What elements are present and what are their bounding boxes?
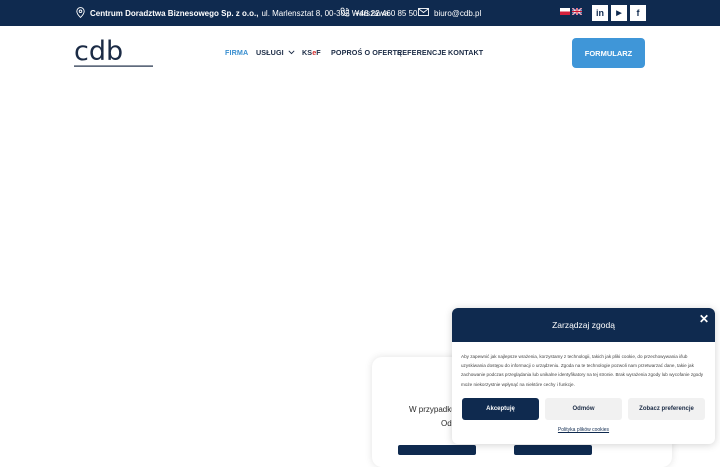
nav-referencje[interactable]: REFERENCJE [397,48,446,57]
preferences-button[interactable]: Zobacz preferencje [628,398,705,420]
card-button-left[interactable] [398,445,476,455]
ksef-part-ks: KS [302,48,313,57]
nav-uslugi[interactable]: USŁUGI [256,48,295,57]
youtube-icon[interactable]: ▶ [611,5,627,21]
main-header: cdb FIRMA USŁUGI KSeF POPROŚ O OFERTĘ RE… [0,26,720,80]
language-switcher [560,8,582,15]
nav-ksef[interactable]: KSeF [302,48,321,57]
email-link[interactable]: biuro@cdb.pl [418,0,481,26]
nav-firma[interactable]: FIRMA [225,48,248,57]
english-flag-icon[interactable] [572,8,582,15]
cookie-dialog-header: Zarządzaj zgodą ✕ [452,308,715,342]
phone-icon [340,7,350,19]
top-bar: Centrum Doradztwa Biznesowego Sp. z o.o.… [0,0,720,26]
cookie-description: Aby zapewnić jak najlepsze wrażenia, kor… [461,354,704,387]
linkedin-icon[interactable]: in [592,5,608,21]
polish-flag-icon[interactable] [560,8,570,15]
email-text: biuro@cdb.pl [434,8,482,18]
deny-button[interactable]: Odmów [545,398,622,420]
phone-link[interactable]: +48 22 460 85 50 [340,0,418,26]
facebook-icon[interactable]: f [630,5,646,21]
envelope-icon [418,8,429,18]
nav-uslugi-label: USŁUGI [256,48,284,57]
company-name: Centrum Doradztwa Biznesowego Sp. z o.o.… [90,8,259,18]
logo-text: cdb [74,38,123,67]
ksef-part-f: F [316,48,321,57]
card-button-right[interactable] [514,445,592,455]
cookie-consent-dialog: Zarządzaj zgodą ✕ Aby zapewnić jak najle… [452,308,715,444]
nav-kontakt[interactable]: KONTAKT [448,48,483,57]
close-icon[interactable]: ✕ [699,312,709,326]
phone-text: +48 22 460 85 50 [355,8,418,18]
cookie-dialog-title: Zarządzaj zgodą [552,320,615,330]
chevron-down-icon [288,50,295,55]
cdb-logo[interactable]: cdb [74,36,154,73]
nav-popros-o-oferte[interactable]: POPROŚ O OFERTĘ [331,48,402,57]
formularz-button[interactable]: FORMULARZ [572,38,645,68]
accept-button[interactable]: Akceptuję [462,398,539,420]
cookie-policy-link[interactable]: Polityka plików cookies [452,427,715,433]
location-pin-icon [76,6,85,20]
